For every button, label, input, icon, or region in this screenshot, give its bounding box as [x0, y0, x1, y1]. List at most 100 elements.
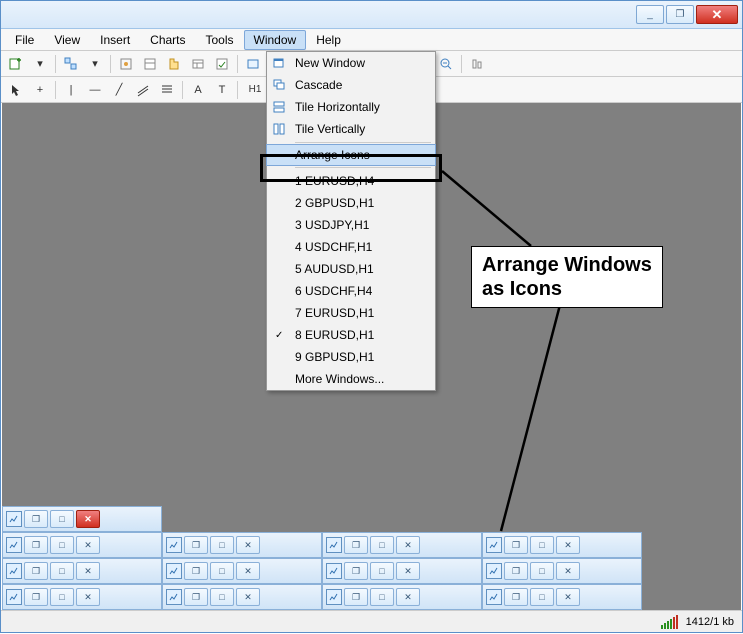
restore-button[interactable]: ❐	[184, 536, 208, 554]
maximize-button[interactable]: □	[370, 588, 394, 606]
timeframe-h1[interactable]: H1	[242, 80, 268, 100]
crosshair-icon[interactable]: +	[29, 80, 51, 100]
maximize-button[interactable]: □	[530, 536, 554, 554]
menu-item[interactable]: 2 GBPUSD,H1	[267, 192, 435, 214]
text-icon[interactable]: A	[187, 80, 209, 100]
terminal-icon[interactable]	[187, 54, 209, 74]
profile-icon[interactable]	[60, 54, 82, 74]
restore-button[interactable]: ❐	[344, 588, 368, 606]
minimized-window[interactable]: ❐□✕	[2, 506, 162, 532]
menu-insert[interactable]: Insert	[90, 30, 140, 50]
close-button[interactable]: ✕	[396, 588, 420, 606]
maximize-button[interactable]: □	[50, 510, 74, 528]
menu-item[interactable]: More Windows...	[267, 368, 435, 390]
restore-button[interactable]: ❐	[504, 562, 528, 580]
minimized-window[interactable]: ❐□✕	[482, 558, 642, 584]
menu-help[interactable]: Help	[306, 30, 351, 50]
maximize-button[interactable]: □	[370, 562, 394, 580]
new-order-icon[interactable]	[242, 54, 264, 74]
minimized-window[interactable]: ❐□✕	[482, 584, 642, 610]
close-button[interactable]: ✕	[76, 536, 100, 554]
minimized-window[interactable]: ❐□✕	[162, 558, 322, 584]
tester-icon[interactable]	[211, 54, 233, 74]
menu-file[interactable]: File	[5, 30, 44, 50]
menu-item[interactable]: New Window	[267, 52, 435, 74]
close-button[interactable]: ✕	[236, 562, 260, 580]
maximize-button[interactable]: □	[210, 562, 234, 580]
zoom-out-icon[interactable]	[435, 54, 457, 74]
restore-button[interactable]: ❐	[24, 588, 48, 606]
maximize-button[interactable]: □	[50, 562, 74, 580]
maximize-button[interactable]: □	[530, 588, 554, 606]
restore-button[interactable]: ❐	[344, 562, 368, 580]
menu-item-label: 6 USDCHF,H4	[295, 284, 372, 298]
close-button[interactable]: ✕	[556, 536, 580, 554]
data-window-icon[interactable]	[139, 54, 161, 74]
maximize-button[interactable]: □	[50, 536, 74, 554]
menu-item[interactable]: Tile Horizontally	[267, 96, 435, 118]
menu-item[interactable]: Cascade	[267, 74, 435, 96]
hline-icon[interactable]: —	[84, 80, 106, 100]
maximize-button[interactable]: □	[50, 588, 74, 606]
navigator-icon[interactable]	[163, 54, 185, 74]
menu-item[interactable]: 9 GBPUSD,H1	[267, 346, 435, 368]
dropdown-arrow-icon[interactable]: ▾	[29, 54, 51, 74]
minimized-window[interactable]: ❐□✕	[2, 558, 162, 584]
minimized-window[interactable]: ❐□✕	[162, 584, 322, 610]
menu-item[interactable]: 5 AUDUSD,H1	[267, 258, 435, 280]
cursor-icon[interactable]	[5, 80, 27, 100]
minimized-window[interactable]: ❐□✕	[162, 532, 322, 558]
restore-button[interactable]: ❐	[504, 536, 528, 554]
minimize-button[interactable]: _	[636, 5, 664, 24]
dropdown-arrow-icon[interactable]: ▾	[84, 54, 106, 74]
minimized-window[interactable]: ❐□✕	[322, 584, 482, 610]
channel-icon[interactable]	[132, 80, 154, 100]
trendline-icon[interactable]: ╱	[108, 80, 130, 100]
maximize-button[interactable]: □	[210, 536, 234, 554]
close-button[interactable]: ✕	[556, 562, 580, 580]
restore-button[interactable]: ❐	[24, 562, 48, 580]
minimized-window[interactable]: ❐□✕	[322, 532, 482, 558]
close-button[interactable]: ✕	[696, 5, 738, 24]
minimized-window[interactable]: ❐□✕	[482, 532, 642, 558]
close-button[interactable]: ✕	[76, 588, 100, 606]
maximize-button[interactable]: □	[530, 562, 554, 580]
restore-button[interactable]: ❐	[344, 536, 368, 554]
vline-icon[interactable]: |	[60, 80, 82, 100]
restore-button[interactable]: ❐	[24, 510, 48, 528]
restore-button[interactable]: ❐	[504, 588, 528, 606]
menu-view[interactable]: View	[44, 30, 90, 50]
maximize-button[interactable]: □	[210, 588, 234, 606]
menu-item[interactable]: 1 EURUSD,H4	[267, 170, 435, 192]
close-button[interactable]: ✕	[396, 536, 420, 554]
new-icon[interactable]	[5, 54, 27, 74]
close-button[interactable]: ✕	[396, 562, 420, 580]
restore-button[interactable]: ❐	[184, 562, 208, 580]
close-button[interactable]: ✕	[76, 510, 100, 528]
menu-charts[interactable]: Charts	[140, 30, 195, 50]
restore-button[interactable]: ❐	[184, 588, 208, 606]
minimized-window[interactable]: ❐□✕	[2, 584, 162, 610]
restore-button[interactable]: ❐	[24, 536, 48, 554]
close-button[interactable]: ✕	[236, 588, 260, 606]
close-button[interactable]: ✕	[556, 588, 580, 606]
market-watch-icon[interactable]	[115, 54, 137, 74]
menu-window[interactable]: Window	[244, 30, 307, 50]
fibo-icon[interactable]	[156, 80, 178, 100]
menu-item[interactable]: Arrange Icons	[266, 144, 436, 166]
menu-item[interactable]: Tile Vertically	[267, 118, 435, 140]
close-button[interactable]: ✕	[76, 562, 100, 580]
text-label-icon[interactable]: T	[211, 80, 233, 100]
chart-type-icon[interactable]	[466, 54, 488, 74]
maximize-button[interactable]: □	[370, 536, 394, 554]
menu-item[interactable]: 6 USDCHF,H4	[267, 280, 435, 302]
maximize-button[interactable]: ❐	[666, 5, 694, 24]
close-button[interactable]: ✕	[236, 536, 260, 554]
menu-tools[interactable]: Tools	[196, 30, 244, 50]
minimized-window[interactable]: ❐□✕	[322, 558, 482, 584]
menu-item[interactable]: 3 USDJPY,H1	[267, 214, 435, 236]
menu-item[interactable]: 4 USDCHF,H1	[267, 236, 435, 258]
menu-item[interactable]: 7 EURUSD,H1	[267, 302, 435, 324]
menu-item[interactable]: ✓8 EURUSD,H1	[267, 324, 435, 346]
minimized-window[interactable]: ❐□✕	[2, 532, 162, 558]
